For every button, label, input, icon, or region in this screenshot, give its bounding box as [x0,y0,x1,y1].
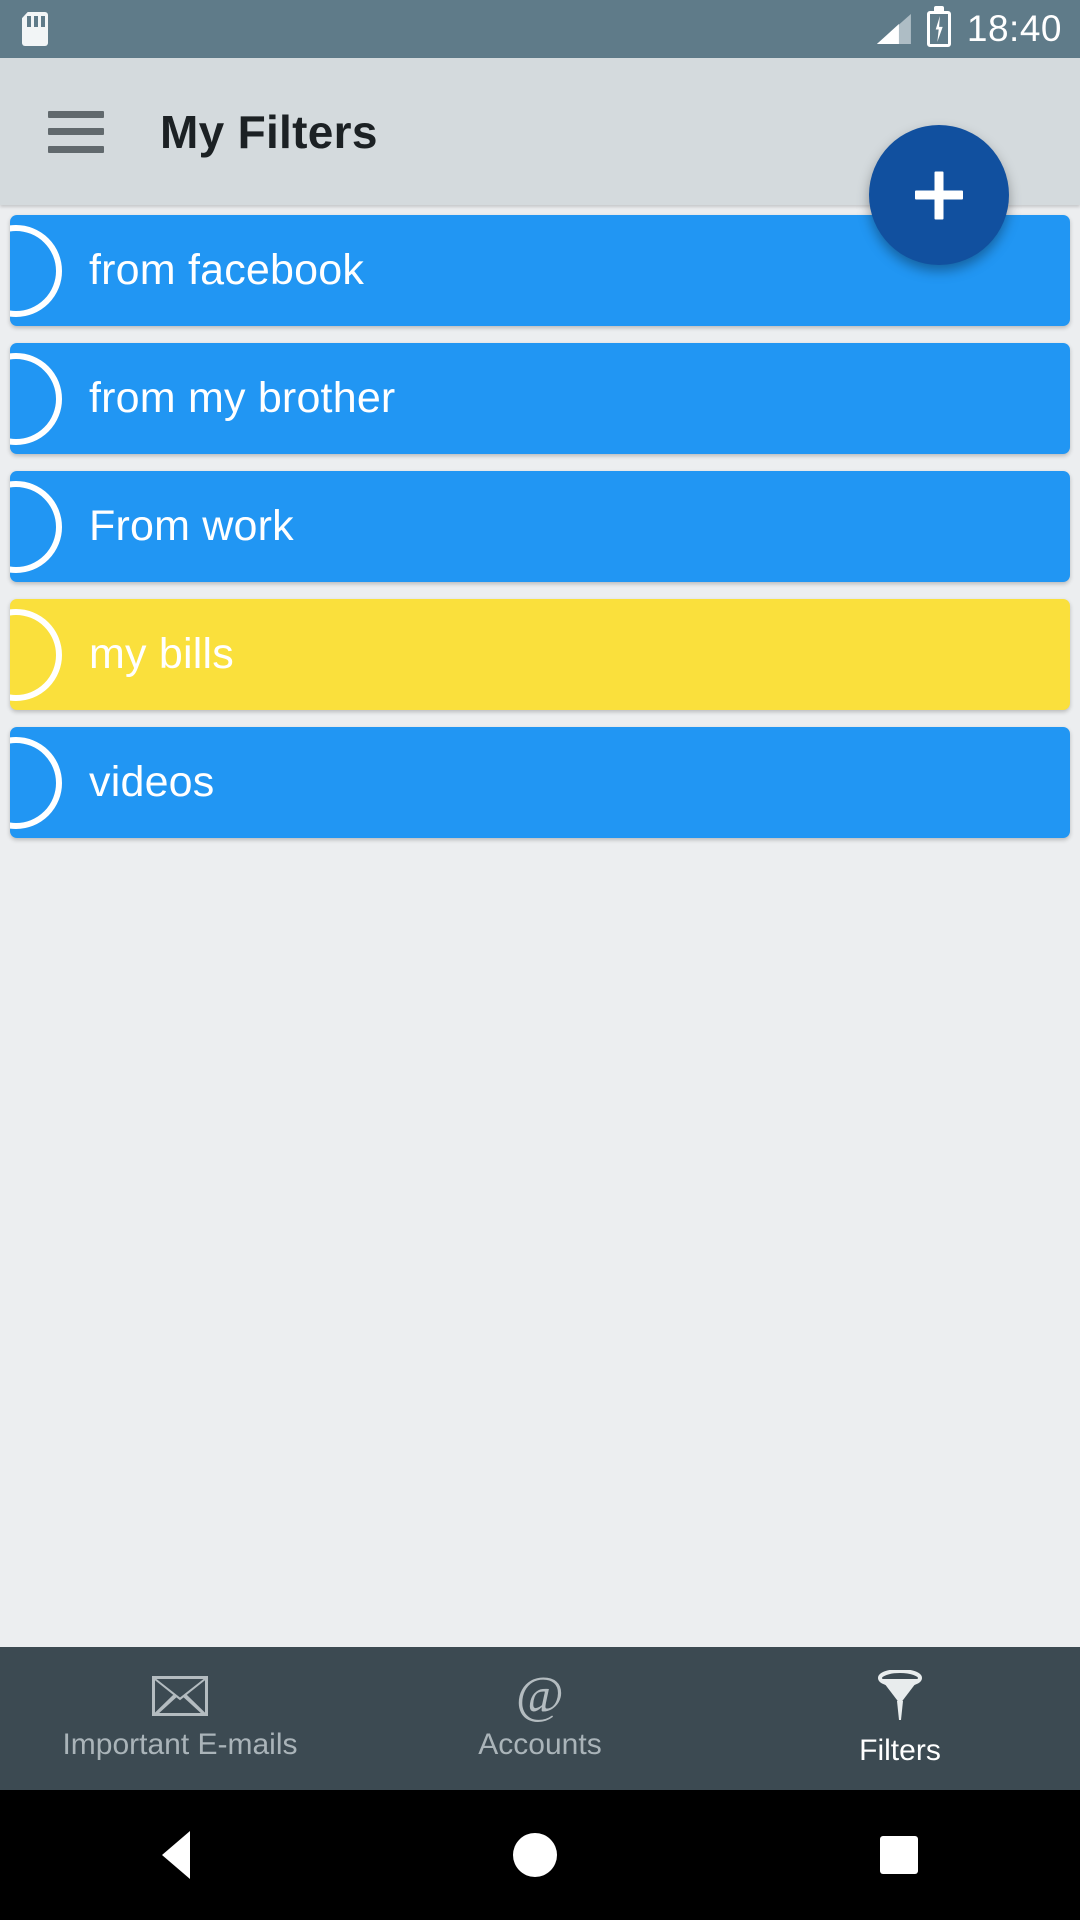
bottom-nav-item-filters[interactable]: Filters [720,1647,1080,1790]
status-bar-left [22,12,48,46]
funnel-icon [878,1669,922,1720]
hamburger-menu-icon[interactable] [48,110,104,153]
bottom-nav-label: Filters [859,1733,941,1767]
envelope-icon [152,1675,208,1716]
sd-card-icon [22,12,48,46]
filter-list: from facebook from my brother From work my … [0,205,1080,855]
at-sign-icon: @ [516,1666,564,1724]
filter-color-ring-icon [10,608,62,701]
filter-name: videos [89,758,215,806]
filter-card[interactable]: From work [10,471,1070,582]
filter-card[interactable]: my bills [10,599,1070,710]
bottom-nav-item-accounts[interactable]: @ Accounts [360,1647,720,1790]
add-filter-fab[interactable] [869,125,1009,265]
status-bar: 18:40 [0,0,1080,58]
filter-name: From work [89,502,294,550]
filter-name: my bills [89,630,234,678]
bottom-nav-label: Accounts [478,1727,602,1761]
back-triangle-icon[interactable] [161,1831,190,1879]
battery-charging-icon [926,11,951,47]
recents-square-icon[interactable] [880,1836,919,1874]
filter-color-ring-icon [10,736,62,829]
signal-bars-icon [876,14,911,44]
page-title: My Filters [160,105,378,158]
android-system-navigation [0,1790,1080,1920]
filter-card[interactable]: videos [10,727,1070,838]
bottom-nav-label: Important E-mails [62,1727,298,1761]
status-bar-clock: 18:40 [966,8,1062,49]
status-bar-right: 18:40 [876,8,1062,50]
filter-color-ring-icon [10,352,62,445]
filter-color-ring-icon [10,480,62,573]
filter-name: from facebook [89,246,365,294]
filter-color-ring-icon [10,224,62,317]
filter-card[interactable]: from my brother [10,343,1070,454]
plus-icon [915,190,963,200]
bottom-navigation: Important E-mails @ Accounts Filters [0,1647,1080,1790]
filter-name: from my brother [89,374,396,422]
bottom-nav-item-important-emails[interactable]: Important E-mails [0,1647,360,1790]
home-circle-icon[interactable] [512,1833,557,1877]
